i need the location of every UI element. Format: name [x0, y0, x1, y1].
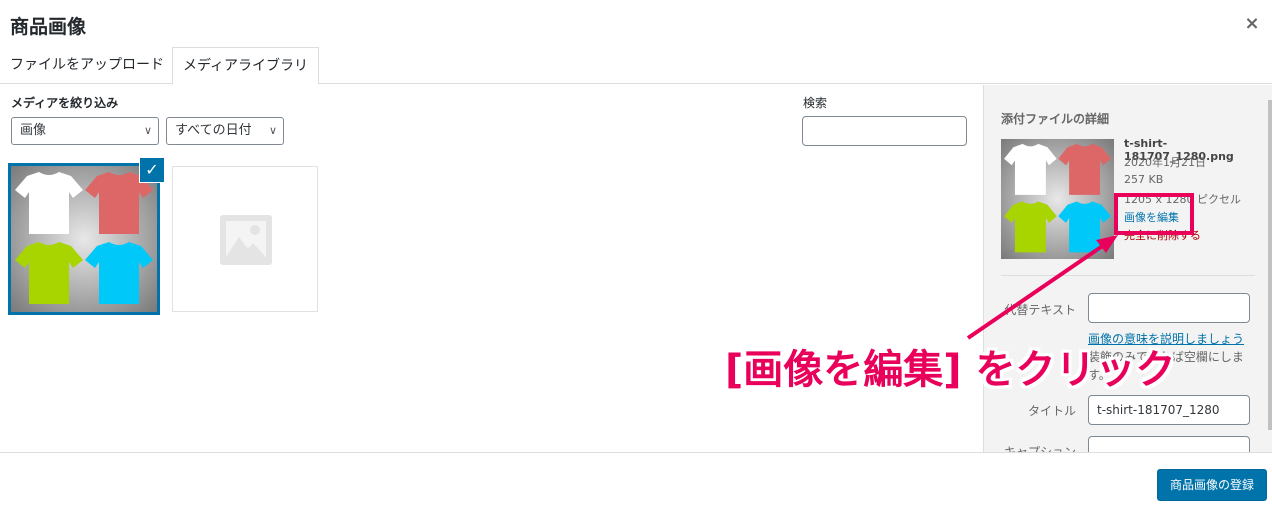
media-item-placeholder[interactable] — [172, 166, 318, 312]
caption-input[interactable] — [1088, 436, 1250, 453]
type-filter-select[interactable]: 画像 ∨ — [11, 117, 159, 145]
title-input[interactable]: t-shirt-181707_1280 — [1088, 395, 1250, 425]
modal-footer: 商品画像の登録 — [0, 452, 1272, 510]
tab-media-library[interactable]: メディアライブラリ — [172, 47, 320, 85]
chevron-down-icon: ∨ — [268, 124, 277, 137]
sidebar-divider — [1001, 275, 1255, 276]
search-label: 検索 — [803, 96, 828, 110]
attachment-thumbnail — [1001, 139, 1114, 259]
modal-title: 商品画像 — [10, 16, 87, 38]
set-product-image-button[interactable]: 商品画像の登録 — [1156, 469, 1267, 501]
date-filter-select[interactable]: すべての日付 ∨ — [166, 117, 284, 145]
type-filter-value: 画像 — [20, 123, 47, 138]
title-label: タイトル — [1027, 404, 1076, 418]
search-input[interactable] — [802, 116, 967, 146]
image-placeholder-icon — [220, 215, 272, 265]
annotation-highlight-box — [1114, 193, 1194, 235]
tshirt-image — [11, 166, 157, 312]
alt-text-label: 代替テキスト — [1004, 303, 1076, 317]
filter-label: メディアを絞り込み — [11, 96, 119, 110]
alt-text-input[interactable] — [1088, 293, 1250, 323]
selected-check-icon[interactable]: ✓ — [139, 157, 165, 183]
tshirt-image — [1001, 139, 1114, 259]
attachment-date: 2020年1月21日 — [1124, 156, 1206, 169]
tab-bar: ファイルをアップロード メディアライブラリ — [0, 47, 1272, 85]
attachment-size: 257 KB — [1124, 173, 1164, 186]
date-filter-value: すべての日付 — [175, 123, 252, 138]
tab-upload[interactable]: ファイルをアップロード — [0, 47, 174, 84]
annotation-text: [画像を編集] をクリック — [725, 347, 1176, 393]
attachment-details-title: 添付ファイルの詳細 — [1001, 112, 1110, 126]
attachment-details-panel: 添付ファイルの詳細 t-shirt-181707_1280.png 2020年1… — [983, 85, 1272, 453]
chevron-down-icon: ∨ — [143, 124, 152, 137]
media-item-tshirts[interactable] — [8, 163, 160, 315]
sidebar-scrollbar[interactable] — [1268, 100, 1272, 430]
close-button[interactable]: × — [1240, 12, 1264, 36]
